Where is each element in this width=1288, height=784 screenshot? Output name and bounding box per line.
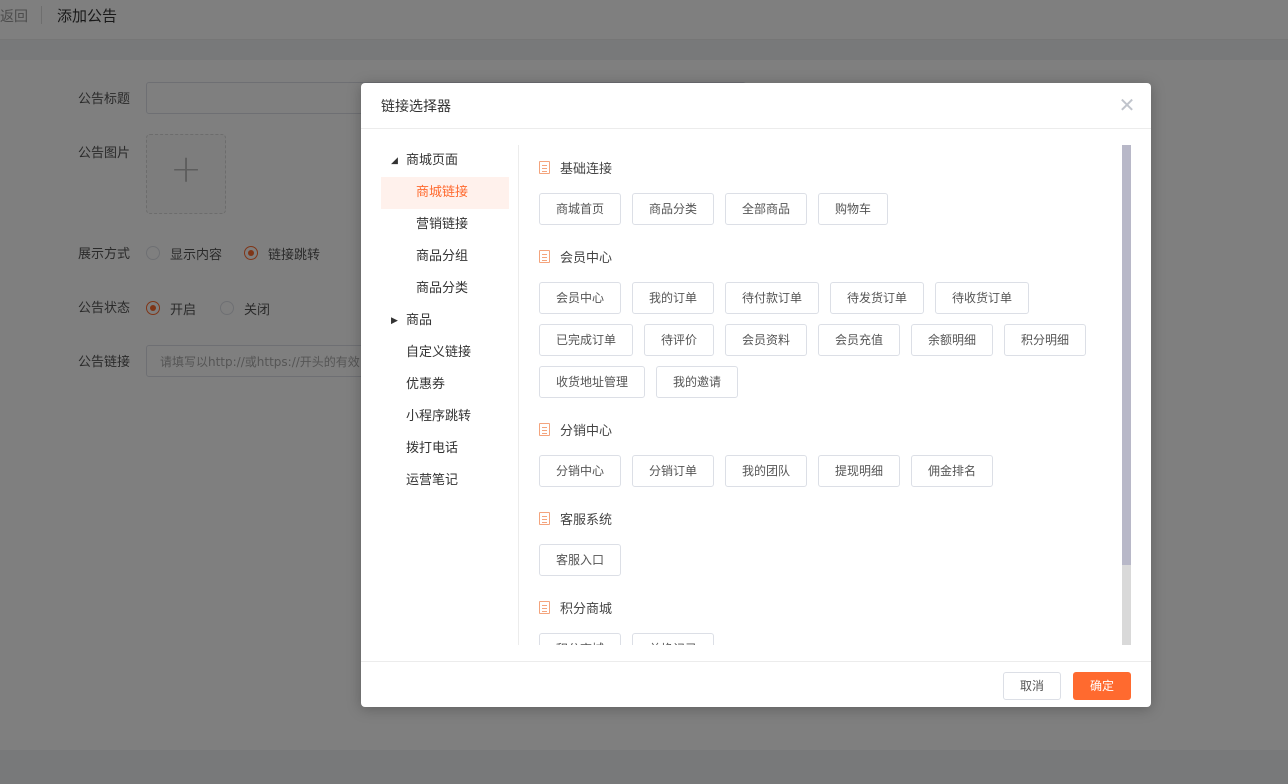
link-option-button[interactable]: 我的邀请 [656, 366, 739, 398]
document-icon [539, 160, 550, 174]
section-title-label: 基础连接 [560, 161, 613, 177]
tree-item-products[interactable]: ▶ 商品 [381, 305, 509, 337]
dialog-header: 链接选择器 ✕ [361, 83, 1151, 129]
link-option-button[interactable]: 兑换记录 [632, 633, 715, 645]
link-option-button[interactable]: 我的订单 [632, 282, 715, 314]
tree-item-product-categories[interactable]: 商品分类 [381, 273, 509, 305]
caret-right-icon[interactable]: ▶ [391, 305, 398, 337]
link-selector-dialog: 链接选择器 ✕ ◢ 商城页面 商城链接 营销链接 商品分组 商品分类 ▶ 商品 自定义链接 优惠券… [361, 83, 1151, 707]
section-title: 客服系统 [539, 508, 612, 528]
tree-item-label: 拨打电话 [406, 441, 459, 456]
link-option-button[interactable]: 会员资料 [725, 324, 808, 356]
tree-item-label: 商品分类 [416, 281, 469, 296]
link-option-button[interactable]: 佣金排名 [911, 455, 994, 487]
link-option-button[interactable]: 待发货订单 [830, 282, 925, 314]
link-option-button[interactable]: 我的团队 [725, 455, 808, 487]
section-title-label: 会员中心 [560, 250, 613, 266]
tree-item-marketing-links[interactable]: 营销链接 [381, 209, 509, 241]
tree-item-mini-program-jump[interactable]: 小程序跳转 [381, 401, 509, 433]
tree-item-label: 自定义链接 [406, 345, 472, 360]
section-title: 分销中心 [539, 419, 612, 439]
dialog-footer: 取消 确定 [361, 661, 1151, 707]
link-option-button[interactable]: 待收货订单 [935, 282, 1030, 314]
scrollbar-thumb[interactable] [1122, 145, 1131, 565]
section-title: 会员中心 [539, 246, 612, 266]
link-option-button[interactable]: 会员充值 [818, 324, 901, 356]
tree-item-ops-notes[interactable]: 运营笔记 [381, 465, 509, 497]
link-option-button[interactable]: 会员中心 [539, 282, 622, 314]
document-icon [539, 600, 550, 614]
link-option-button[interactable]: 商城首页 [539, 193, 622, 225]
link-option-button[interactable]: 客服入口 [539, 544, 622, 576]
tree-item-label: 商品 [406, 313, 433, 328]
tree-item-mall-pages[interactable]: ◢ 商城页面 [381, 145, 509, 177]
link-option-button[interactable]: 商品分类 [632, 193, 715, 225]
link-option-button[interactable]: 已完成订单 [539, 324, 634, 356]
link-option-button[interactable]: 提现明细 [818, 455, 901, 487]
document-icon [539, 422, 550, 436]
scrollbar[interactable] [1122, 145, 1131, 645]
tree-item-product-groups[interactable]: 商品分组 [381, 241, 509, 273]
tree-item-custom-link[interactable]: 自定义链接 [381, 337, 509, 369]
tree-item-label: 营销链接 [416, 217, 469, 232]
section-title-label: 积分商城 [560, 601, 613, 617]
tree-item-label: 小程序跳转 [406, 409, 472, 424]
section-title: 基础连接 [539, 157, 612, 177]
tree-item-label: 优惠券 [406, 377, 446, 392]
tree-item-label: 商品分组 [416, 249, 469, 264]
link-option-button[interactable]: 待评价 [644, 324, 715, 356]
tree-item-label: 商城页面 [406, 153, 459, 168]
link-option-button[interactable]: 分销中心 [539, 455, 622, 487]
section-title-label: 客服系统 [560, 512, 613, 528]
tree-item-label: 商城链接 [416, 185, 469, 200]
section-title-label: 分销中心 [560, 423, 613, 439]
link-option-button[interactable]: 待付款订单 [725, 282, 820, 314]
tree-item-mall-links[interactable]: 商城链接 [381, 177, 509, 209]
tree-item-label: 运营笔记 [406, 473, 459, 488]
section-title: 积分商城 [539, 597, 612, 617]
link-option-button[interactable]: 购物车 [818, 193, 889, 225]
document-icon [539, 249, 550, 263]
document-icon [539, 511, 550, 525]
tree-item-coupons[interactable]: 优惠券 [381, 369, 509, 401]
link-option-button[interactable]: 余额明细 [911, 324, 994, 356]
dialog-title: 链接选择器 [381, 99, 451, 115]
link-options-panel[interactable]: 基础连接 商城首页 商品分类 全部商品 购物车 会员中心 会员中心 我的订单 待付款订单 待发货订… [519, 145, 1121, 645]
link-option-button[interactable]: 积分商城 [539, 633, 622, 645]
tree-item-phone-call[interactable]: 拨打电话 [381, 433, 509, 465]
link-option-button[interactable]: 积分明细 [1004, 324, 1087, 356]
close-icon[interactable]: ✕ [1117, 95, 1137, 115]
cancel-button[interactable]: 取消 [1003, 672, 1061, 700]
link-option-button[interactable]: 全部商品 [725, 193, 808, 225]
link-option-button[interactable]: 分销订单 [632, 455, 715, 487]
link-option-button[interactable]: 收货地址管理 [539, 366, 646, 398]
caret-down-icon[interactable]: ◢ [391, 145, 398, 177]
confirm-button[interactable]: 确定 [1073, 672, 1131, 700]
